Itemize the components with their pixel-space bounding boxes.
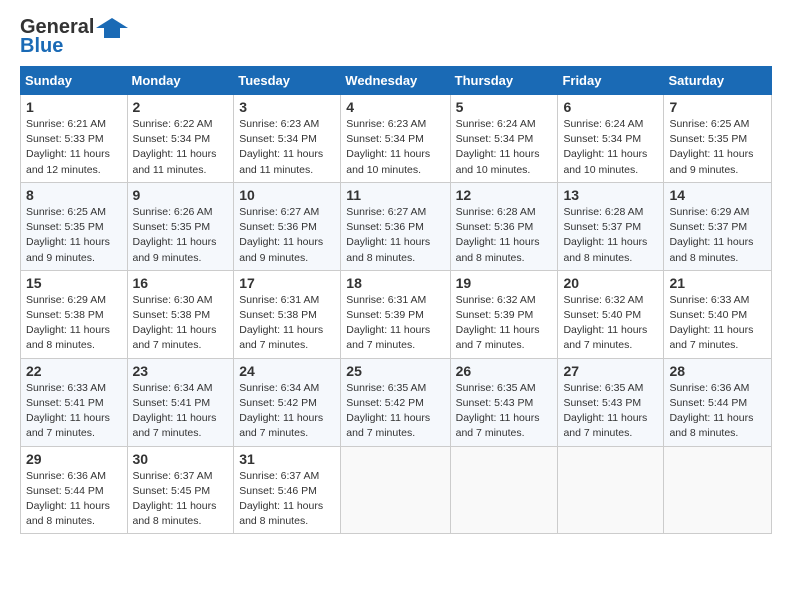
calendar-cell-2: 2Sunrise: 6:22 AMSunset: 5:34 PMDaylight… <box>127 95 234 183</box>
page-header: General Blue <box>20 16 772 58</box>
calendar-cell-24: 24Sunrise: 6:34 AMSunset: 5:42 PMDayligh… <box>234 358 341 446</box>
calendar-cell-17: 17Sunrise: 6:31 AMSunset: 5:38 PMDayligh… <box>234 270 341 358</box>
calendar-cell-20: 20Sunrise: 6:32 AMSunset: 5:40 PMDayligh… <box>558 270 664 358</box>
weekday-header-sunday: Sunday <box>21 67 128 95</box>
calendar-cell-10: 10Sunrise: 6:27 AMSunset: 5:36 PMDayligh… <box>234 182 341 270</box>
calendar-cell-6: 6Sunrise: 6:24 AMSunset: 5:34 PMDaylight… <box>558 95 664 183</box>
weekday-header-wednesday: Wednesday <box>341 67 450 95</box>
weekday-header-tuesday: Tuesday <box>234 67 341 95</box>
calendar-cell-23: 23Sunrise: 6:34 AMSunset: 5:41 PMDayligh… <box>127 358 234 446</box>
calendar-week-3: 15Sunrise: 6:29 AMSunset: 5:38 PMDayligh… <box>21 270 772 358</box>
logo: General Blue <box>20 16 128 58</box>
calendar-cell-8: 8Sunrise: 6:25 AMSunset: 5:35 PMDaylight… <box>21 182 128 270</box>
calendar-cell-29: 29Sunrise: 6:36 AMSunset: 5:44 PMDayligh… <box>21 446 128 534</box>
calendar-cell-14: 14Sunrise: 6:29 AMSunset: 5:37 PMDayligh… <box>664 182 772 270</box>
calendar-cell-5: 5Sunrise: 6:24 AMSunset: 5:34 PMDaylight… <box>450 95 558 183</box>
calendar-cell-18: 18Sunrise: 6:31 AMSunset: 5:39 PMDayligh… <box>341 270 450 358</box>
calendar-cell-16: 16Sunrise: 6:30 AMSunset: 5:38 PMDayligh… <box>127 270 234 358</box>
weekday-header-saturday: Saturday <box>664 67 772 95</box>
calendar-cell-13: 13Sunrise: 6:28 AMSunset: 5:37 PMDayligh… <box>558 182 664 270</box>
calendar-cell-31: 31Sunrise: 6:37 AMSunset: 5:46 PMDayligh… <box>234 446 341 534</box>
calendar-week-2: 8Sunrise: 6:25 AMSunset: 5:35 PMDaylight… <box>21 182 772 270</box>
calendar-cell-11: 11Sunrise: 6:27 AMSunset: 5:36 PMDayligh… <box>341 182 450 270</box>
calendar-cell-empty <box>558 446 664 534</box>
calendar-week-4: 22Sunrise: 6:33 AMSunset: 5:41 PMDayligh… <box>21 358 772 446</box>
calendar-cell-15: 15Sunrise: 6:29 AMSunset: 5:38 PMDayligh… <box>21 270 128 358</box>
weekday-header-monday: Monday <box>127 67 234 95</box>
calendar-cell-12: 12Sunrise: 6:28 AMSunset: 5:36 PMDayligh… <box>450 182 558 270</box>
calendar-week-1: 1Sunrise: 6:21 AMSunset: 5:33 PMDaylight… <box>21 95 772 183</box>
calendar-cell-19: 19Sunrise: 6:32 AMSunset: 5:39 PMDayligh… <box>450 270 558 358</box>
calendar-cell-4: 4Sunrise: 6:23 AMSunset: 5:34 PMDaylight… <box>341 95 450 183</box>
calendar-cell-22: 22Sunrise: 6:33 AMSunset: 5:41 PMDayligh… <box>21 358 128 446</box>
calendar-cell-1: 1Sunrise: 6:21 AMSunset: 5:33 PMDaylight… <box>21 95 128 183</box>
calendar-cell-empty <box>341 446 450 534</box>
calendar-table: SundayMondayTuesdayWednesdayThursdayFrid… <box>20 66 772 534</box>
calendar-cell-26: 26Sunrise: 6:35 AMSunset: 5:43 PMDayligh… <box>450 358 558 446</box>
calendar-cell-21: 21Sunrise: 6:33 AMSunset: 5:40 PMDayligh… <box>664 270 772 358</box>
calendar-header-row: SundayMondayTuesdayWednesdayThursdayFrid… <box>21 67 772 95</box>
calendar-cell-9: 9Sunrise: 6:26 AMSunset: 5:35 PMDaylight… <box>127 182 234 270</box>
calendar-cell-3: 3Sunrise: 6:23 AMSunset: 5:34 PMDaylight… <box>234 95 341 183</box>
calendar-cell-27: 27Sunrise: 6:35 AMSunset: 5:43 PMDayligh… <box>558 358 664 446</box>
weekday-header-friday: Friday <box>558 67 664 95</box>
calendar-week-5: 29Sunrise: 6:36 AMSunset: 5:44 PMDayligh… <box>21 446 772 534</box>
calendar-cell-30: 30Sunrise: 6:37 AMSunset: 5:45 PMDayligh… <box>127 446 234 534</box>
logo-icon <box>96 18 128 38</box>
calendar-cell-empty <box>450 446 558 534</box>
weekday-header-thursday: Thursday <box>450 67 558 95</box>
logo-blue: Blue <box>20 35 63 58</box>
calendar-cell-28: 28Sunrise: 6:36 AMSunset: 5:44 PMDayligh… <box>664 358 772 446</box>
calendar-cell-7: 7Sunrise: 6:25 AMSunset: 5:35 PMDaylight… <box>664 95 772 183</box>
calendar-cell-empty <box>664 446 772 534</box>
calendar-cell-25: 25Sunrise: 6:35 AMSunset: 5:42 PMDayligh… <box>341 358 450 446</box>
